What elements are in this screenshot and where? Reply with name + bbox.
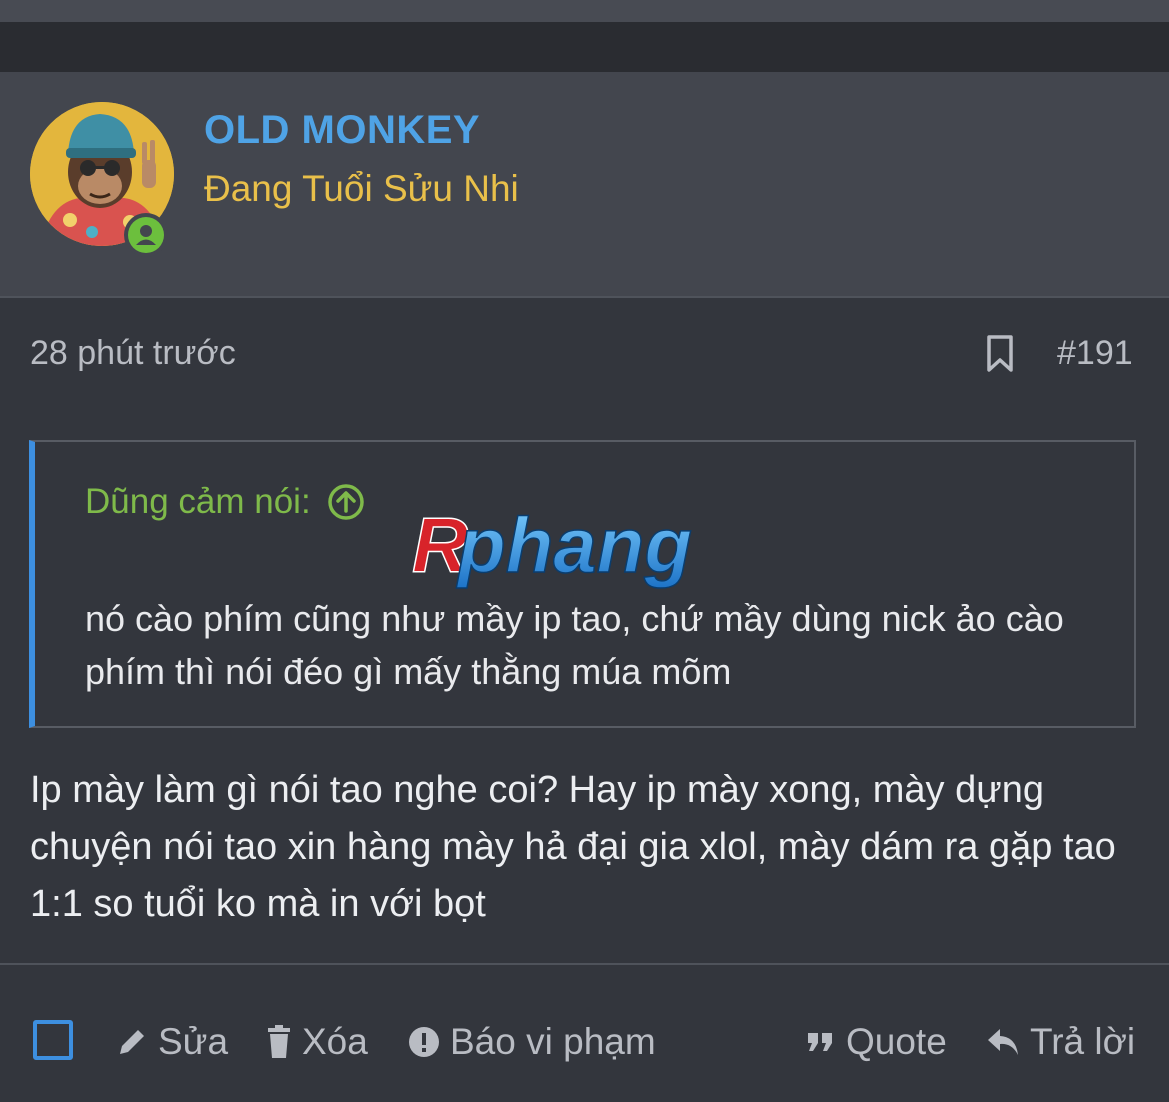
post-body-text: Ip mày làm gì nói tao nghe coi? Hay ip m… (30, 769, 1116, 925)
quote-icon (808, 1033, 832, 1051)
footer-divider (0, 963, 1169, 965)
top-bar (0, 0, 1169, 22)
quote-label: Quote (846, 1021, 947, 1062)
edit-button[interactable]: Sửa (116, 1017, 228, 1067)
reply-label: Trả lời (1030, 1021, 1136, 1062)
quote-button[interactable]: Quote (806, 1017, 947, 1067)
header-gap (0, 22, 1169, 72)
post-page: OLD MONKEY Đang Tuổi Sửu Nhi 28 phút trư… (0, 0, 1169, 1102)
trash-icon (268, 1025, 290, 1058)
svg-text:phang: phang (456, 508, 692, 589)
user-title: Đang Tuổi Sửu Nhi (204, 168, 519, 209)
quote-author-label: Dũng cảm nói: (85, 482, 311, 521)
arrow-up-circle-icon[interactable] (327, 483, 365, 521)
post-user-header: OLD MONKEY Đang Tuổi Sửu Nhi (0, 72, 1169, 298)
quote-author[interactable]: Dũng cảm nói: (85, 482, 365, 522)
user-online-icon (128, 217, 164, 253)
exclamation-circle-icon (409, 1027, 439, 1057)
pencil-icon (120, 1030, 144, 1054)
quote-text: nó cào phím cũng như mầy ip tao, chứ mầy… (85, 598, 1064, 692)
bookmark-icon (987, 335, 1013, 372)
delete-label: Xóa (302, 1021, 368, 1062)
username[interactable]: OLD MONKEY (204, 108, 480, 153)
edit-label: Sửa (158, 1021, 229, 1062)
post-number[interactable]: #191 (1057, 334, 1133, 373)
report-label: Báo vi phạm (450, 1021, 656, 1062)
bookmark-button[interactable] (985, 334, 1015, 374)
reply-button[interactable]: Trả lời (986, 1017, 1135, 1067)
online-status-badge (124, 213, 168, 257)
reply-icon (988, 1029, 1018, 1055)
report-button[interactable]: Báo vi phạm (408, 1017, 656, 1067)
select-post-checkbox[interactable] (33, 1020, 73, 1060)
watermark-logo: R phang (411, 500, 762, 598)
post-timestamp[interactable]: 28 phút trước (30, 334, 236, 373)
delete-button[interactable]: Xóa (266, 1017, 368, 1067)
watermark-logo-icon: R phang (411, 500, 692, 590)
